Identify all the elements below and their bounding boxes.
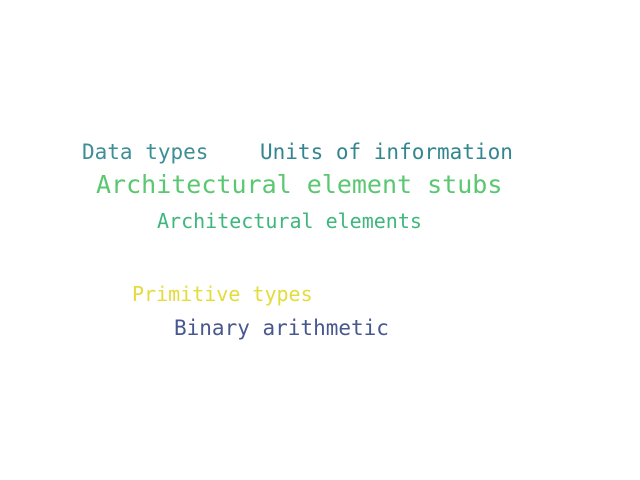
word-primitive-types: Primitive types <box>132 282 313 306</box>
word-data-types: Data types <box>82 140 209 164</box>
word-units-of-information: Units of information <box>260 140 513 164</box>
word-binary-arithmetic: Binary arithmetic <box>174 316 389 340</box>
word-cloud: Data types Units of information Architec… <box>0 0 640 480</box>
word-architectural-elements: Architectural elements <box>157 209 422 233</box>
word-architectural-element-stubs: Architectural element stubs <box>96 170 503 199</box>
